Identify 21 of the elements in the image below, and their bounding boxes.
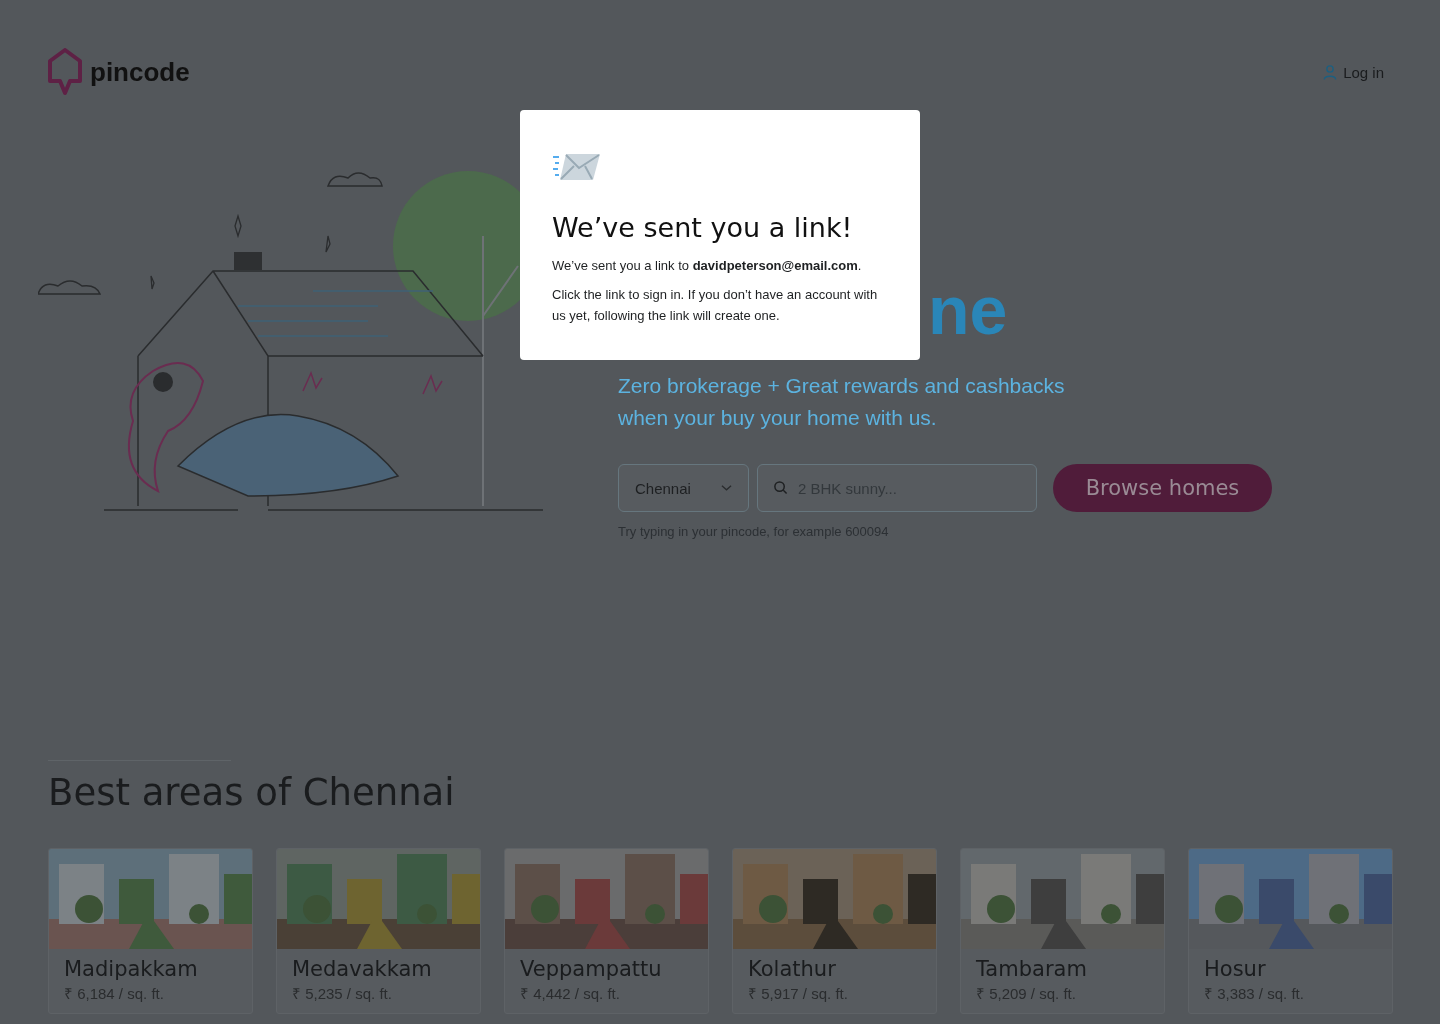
logo-text: pincode — [90, 56, 190, 88]
dialog-message: We’ve sent you a link to davidpeterson@email.com. — [552, 257, 863, 275]
browse-homes-button[interactable]: Browse homes — [1053, 464, 1272, 512]
hero-heading: ne — [928, 271, 1009, 340]
area-name: Veppampattu — [520, 957, 663, 981]
section-heading: Best areas of Chennai — [48, 771, 456, 814]
tagline: Zero brokerage + Great rewards and cashbacks when your buy your home with us. — [618, 373, 1066, 431]
user-icon — [1323, 63, 1338, 81]
dialog-title: We’ve sent you a link! — [552, 212, 854, 243]
area-name: Kolathur — [748, 957, 837, 981]
envelope-icon — [552, 152, 602, 182]
area-name: Medavakkam — [292, 957, 433, 981]
city-dropdown[interactable]: Chennai — [618, 464, 749, 512]
logo-icon — [48, 48, 82, 96]
search-icon — [773, 480, 788, 495]
dialog-note: Click the link to sign in. If you don’t have an account with us yet, following the link will create one. — [552, 286, 879, 325]
login-link[interactable]: Log in — [1323, 63, 1384, 81]
area-name: Madipakkam — [64, 957, 199, 981]
area-name: Tambaram — [976, 957, 1088, 981]
chevron-down-icon — [721, 484, 732, 492]
area-name: Hosur — [1204, 957, 1267, 981]
